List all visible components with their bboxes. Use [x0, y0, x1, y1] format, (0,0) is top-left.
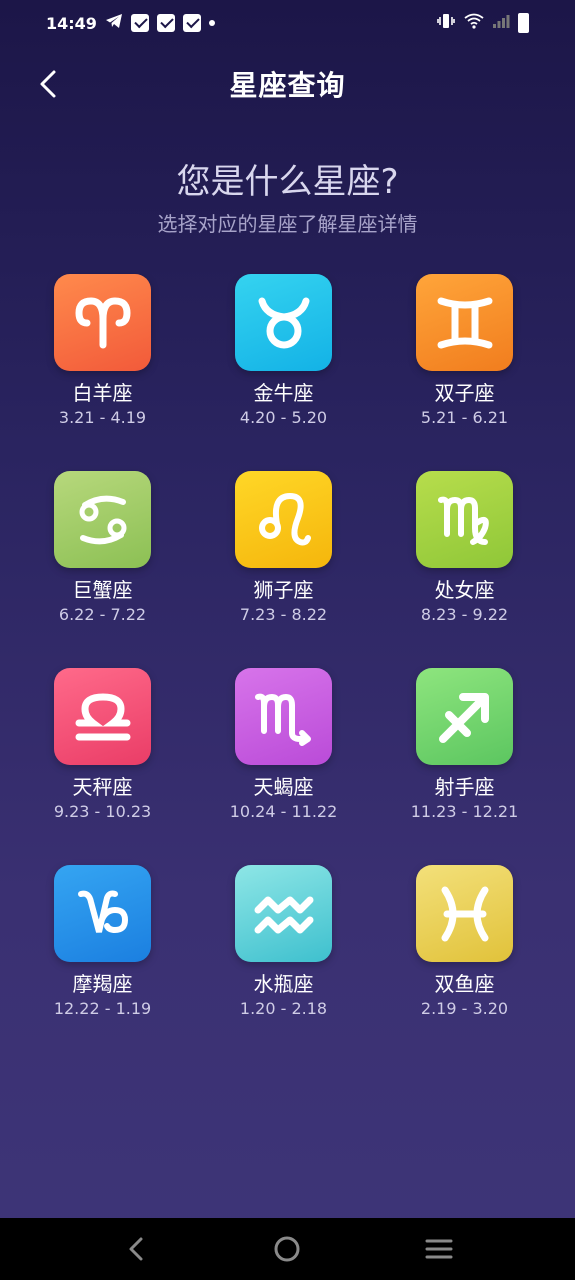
notification-icon: [182, 14, 201, 32]
zodiac-name: 白羊座: [72, 381, 133, 405]
more-notifications-icon: [208, 20, 215, 26]
zodiac-date: 7.23 - 8.22: [239, 605, 328, 624]
zodiac-card-capricorn[interactable]: 摩羯座 12.22 - 1.19: [12, 865, 193, 1019]
zodiac-name: 处女座: [434, 578, 495, 602]
zodiac-card-cancer[interactable]: 巨蟹座 6.22 - 7.22: [12, 471, 193, 625]
zodiac-name: 狮子座: [253, 578, 314, 602]
cancer-icon: [79, 495, 126, 544]
zodiac-name: 摩羯座: [72, 972, 133, 996]
zodiac-date: 10.24 - 11.22: [229, 802, 338, 821]
page-title: 星座查询: [229, 69, 346, 102]
menu-icon: [425, 1239, 453, 1259]
zodiac-tile: [54, 865, 151, 962]
status-time: 14:49: [46, 13, 97, 33]
zodiac-name: 巨蟹座: [72, 578, 133, 602]
zodiac-date: 11.23 - 12.21: [410, 802, 519, 821]
zodiac-card-aries[interactable]: 白羊座 3.21 - 4.19: [12, 274, 193, 428]
zodiac-name: 双子座: [434, 381, 495, 405]
nav-menu-button[interactable]: [419, 1229, 459, 1269]
zodiac-date: 3.21 - 4.19: [58, 408, 147, 427]
zodiac-name: 水瓶座: [253, 972, 314, 996]
header: 星座查询: [0, 56, 575, 112]
zodiac-date: 8.23 - 9.22: [420, 605, 509, 624]
chevron-left-icon: [129, 1237, 143, 1261]
zodiac-name: 天秤座: [72, 775, 133, 799]
sagittarius-icon: [438, 692, 489, 743]
system-nav-bar: [0, 1218, 575, 1280]
zodiac-tile: [416, 865, 513, 962]
wifi-icon: [464, 13, 484, 33]
zodiac-card-virgo[interactable]: 处女座 8.23 - 9.22: [374, 471, 555, 625]
zodiac-card-pisces[interactable]: 双鱼座 2.19 - 3.20: [374, 865, 555, 1019]
virgo-icon: [437, 496, 489, 545]
zodiac-date: 2.19 - 3.20: [420, 999, 509, 1018]
nav-home-button[interactable]: [267, 1229, 307, 1269]
zodiac-name: 射手座: [434, 775, 495, 799]
zodiac-card-gemini[interactable]: 双子座 5.21 - 6.21: [374, 274, 555, 428]
leo-icon: [258, 492, 311, 545]
capricorn-icon: [77, 890, 128, 933]
gemini-icon: [437, 297, 492, 348]
zodiac-tile: [54, 274, 151, 371]
telegram-icon: [105, 13, 123, 33]
signal-icon: [492, 13, 510, 33]
zodiac-tile: [416, 274, 513, 371]
aquarius-icon: [254, 896, 313, 933]
circle-icon: [274, 1236, 300, 1262]
zodiac-date: 1.20 - 2.18: [239, 999, 328, 1018]
zodiac-date: 9.23 - 10.23: [53, 802, 152, 821]
notification-icon: [130, 14, 149, 32]
zodiac-tile: [235, 865, 332, 962]
notification-icon: [156, 14, 175, 32]
nav-back-button[interactable]: [116, 1229, 156, 1269]
zodiac-tile: [235, 471, 332, 568]
zodiac-name: 天蝎座: [253, 775, 314, 799]
taurus-icon: [258, 297, 309, 348]
zodiac-grid: 白羊座 3.21 - 4.19 金牛座 4.20 - 5.20 双子座 5.21…: [12, 274, 557, 1019]
zodiac-date: 6.22 - 7.22: [58, 605, 147, 624]
zodiac-tile: [416, 471, 513, 568]
zodiac-card-taurus[interactable]: 金牛座 4.20 - 5.20: [193, 274, 374, 428]
pisces-icon: [441, 886, 488, 941]
chevron-left-icon: [40, 70, 56, 98]
zodiac-tile: [235, 274, 332, 371]
zodiac-tile: [416, 668, 513, 765]
zodiac-date: 12.22 - 1.19: [53, 999, 152, 1018]
status-left: 14:49: [46, 13, 215, 33]
zodiac-card-scorpio[interactable]: 天蝎座 10.24 - 11.22: [193, 668, 374, 822]
status-right: [436, 13, 529, 33]
zodiac-date: 4.20 - 5.20: [239, 408, 328, 427]
zodiac-card-sagittarius[interactable]: 射手座 11.23 - 12.21: [374, 668, 555, 822]
scorpio-icon: [254, 693, 311, 746]
zodiac-card-aquarius[interactable]: 水瓶座 1.20 - 2.18: [193, 865, 374, 1019]
zodiac-date: 5.21 - 6.21: [420, 408, 509, 427]
zodiac-card-leo[interactable]: 狮子座 7.23 - 8.22: [193, 471, 374, 625]
zodiac-tile: [235, 668, 332, 765]
libra-icon: [75, 692, 130, 740]
vibrate-icon: [436, 13, 456, 33]
aries-icon: [74, 296, 131, 348]
zodiac-card-libra[interactable]: 天秤座 9.23 - 10.23: [12, 668, 193, 822]
zodiac-name: 双鱼座: [434, 972, 495, 996]
zodiac-name: 金牛座: [253, 381, 314, 405]
battery-icon: [518, 13, 529, 33]
zodiac-tile: [54, 471, 151, 568]
zodiac-tile: [54, 668, 151, 765]
back-button[interactable]: [28, 64, 68, 104]
status-bar: 14:49: [0, 0, 575, 46]
question-heading: 您是什么星座?: [176, 162, 399, 202]
subtitle: 选择对应的星座了解星座详情: [157, 212, 418, 236]
